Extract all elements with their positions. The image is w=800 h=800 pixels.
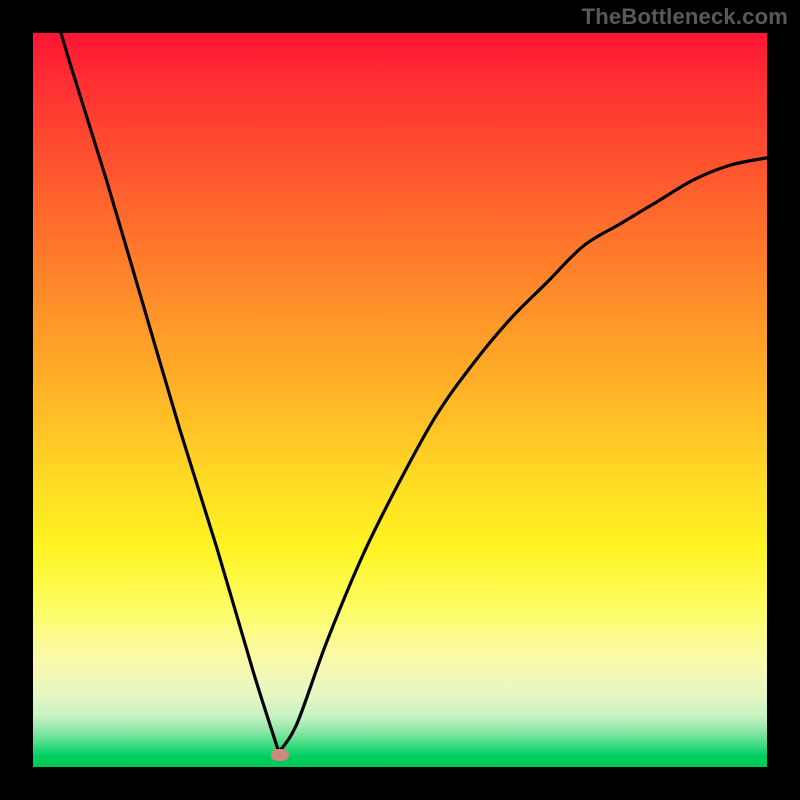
plot-area: [33, 33, 767, 767]
watermark-text: TheBottleneck.com: [582, 4, 788, 30]
chart-frame: TheBottleneck.com: [0, 0, 800, 800]
curve-path: [33, 0, 767, 752]
bottleneck-curve: [33, 33, 767, 767]
optimum-marker: [271, 749, 289, 761]
